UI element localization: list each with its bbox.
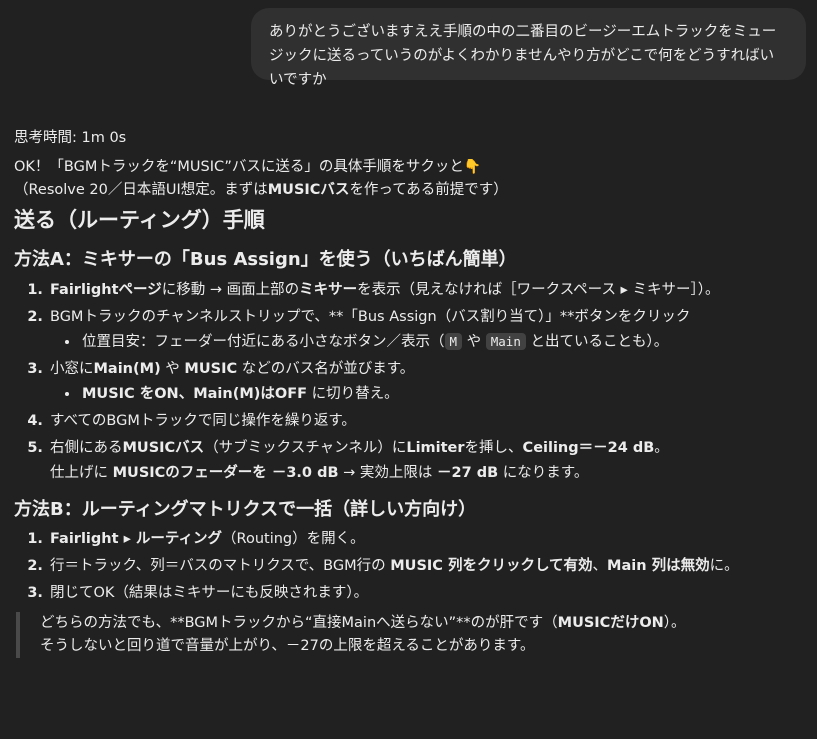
method-b-steps: Fairlight ▸ ルーティング（Routing）を開く。 行＝トラック、列… [14,529,809,604]
intro-line-1: OK！「BGMトラックを“MUSIC”バスに送る」の具体手順をサクッと👇 [14,157,809,178]
method-a-heading: 方法A：ミキサーの「Bus Assign」を使う（いちばん簡単） [14,249,517,271]
inline-code: M [444,332,463,350]
method-b-heading: 方法B：ルーティングマトリクスで一括（詳しい方向け） [14,498,477,520]
method-a-steps: Fairlightページに移動 → 画面上部のミキサーを表示（見えなければ［ワー… [14,280,809,484]
sub-list: MUSIC をON、Main(M)はOFF に切り替え。 [50,384,809,405]
assistant-response: 思考時間: 1m 0s OK！「BGMトラックを“MUSIC”バスに送る」の具体… [14,128,809,659]
intro-text: OK！「BGMトラックを“MUSIC”バスに送る」の具体手順をサクッと [14,159,464,176]
user-message-text: ありがとうございますええ手順の中の二番目のビージーエムトラックをミュージックに送… [269,24,777,88]
sub-list: 位置目安：フェーダー付近にある小さなボタン／表示（M や Main と出ているこ… [50,332,809,353]
blockquote-note: どちらの方法でも、**BGMトラックから“直接Mainへ送らない”**のが肝です… [16,612,809,659]
inline-code: Main [485,332,526,350]
step-continuation: 仕上げに MUSICのフェーダーを －3.0 dB → 実効上限は －27 dB… [50,464,589,481]
list-item: BGMトラックのチャンネルストリップで、**「Bus Assign（バス割り当て… [48,307,809,353]
list-item: 位置目安：フェーダー付近にある小さなボタン／表示（M や Main と出ているこ… [80,332,809,353]
pointing-down-icon: 👇 [463,159,482,176]
list-item: MUSIC をON、Main(M)はOFF に切り替え。 [80,384,809,405]
thinking-time-toggle[interactable]: 思考時間: 1m 0s [14,128,809,149]
note-line-2: そうしないと回り道で音量が上がり、－27の上限を超えることがあります。 [40,638,535,655]
user-message-bubble: ありがとうございますええ手順の中の二番目のビージーエムトラックをミュージックに送… [251,8,806,88]
list-item: 閉じてOK（結果はミキサーにも反映されます）。 [48,583,809,604]
section-heading: 送る（ルーティング）手順 [14,208,265,233]
list-item: すべてのBGMトラックで同じ操作を繰り返す。 [48,411,809,432]
list-item: Fairlight ▸ ルーティング（Routing）を開く。 [48,529,809,550]
list-item: 右側にあるMUSICバス（サブミックスチャンネル）にLimiterを挿し、Cei… [48,438,809,484]
intro-line-2: （Resolve 20／日本語UI想定。まずはMUSICバスを作ってある前提です… [14,182,508,199]
note-line-1: どちらの方法でも、**BGMトラックから“直接Mainへ送らない”**のが肝です… [40,615,686,632]
list-item: 行＝トラック、列＝バスのマトリクスで、BGM行の MUSIC 列をクリックして有… [48,556,809,577]
list-item: 小窓にMain(M) や MUSIC などのバス名が並びます。 MUSIC をO… [48,359,809,405]
list-item: Fairlightページに移動 → 画面上部のミキサーを表示（見えなければ［ワー… [48,280,809,301]
